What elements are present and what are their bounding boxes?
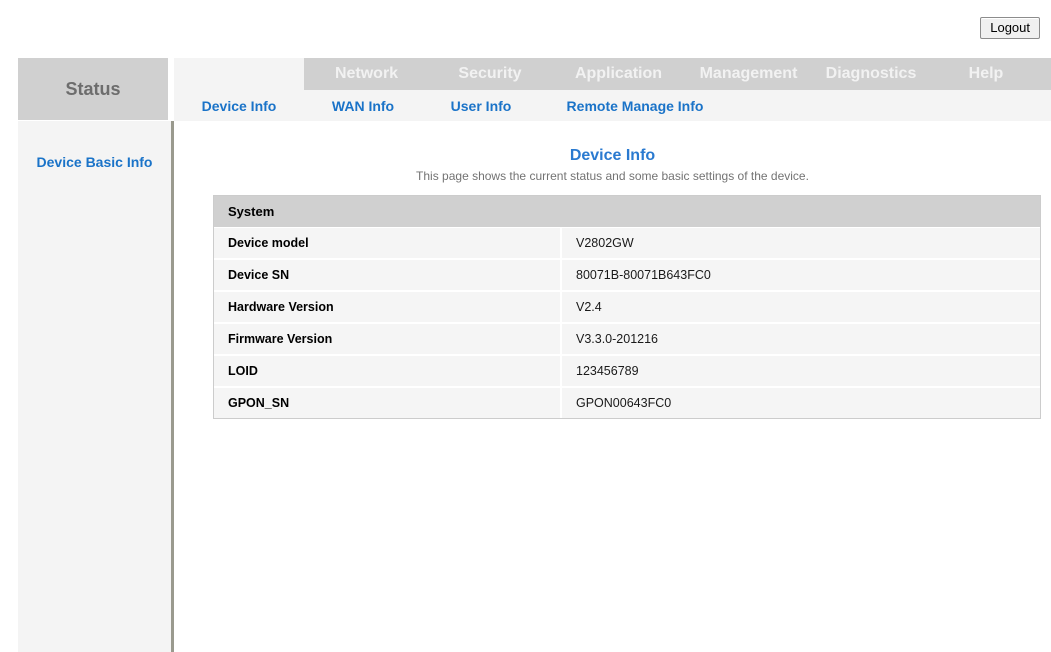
top-bar: Logout bbox=[0, 0, 1051, 58]
table-section-header-label: System bbox=[214, 196, 1040, 228]
table-row: LOID 123456789 bbox=[214, 356, 1040, 388]
row-label-device-model: Device model bbox=[214, 228, 562, 260]
device-info-table: System Device model V2802GW Device SN 80… bbox=[213, 195, 1041, 419]
subnav-item-user-info[interactable]: User Info bbox=[422, 98, 540, 114]
section-title-box: Status bbox=[18, 58, 168, 120]
row-value-gpon-sn: GPON00643FC0 bbox=[562, 388, 1040, 418]
sidebar: Device Basic Info bbox=[18, 121, 171, 652]
row-value-hardware-version: V2.4 bbox=[562, 292, 1040, 324]
nav-item-application[interactable]: Application bbox=[551, 58, 686, 90]
table-section-header-row: System bbox=[214, 196, 1040, 228]
logout-button[interactable]: Logout bbox=[980, 17, 1040, 39]
table-row: Device SN 80071B-80071B643FC0 bbox=[214, 260, 1040, 292]
section-title-label: Status bbox=[65, 79, 120, 100]
nav-item-list: Status Network Security Application Mana… bbox=[174, 58, 1051, 90]
row-value-device-model: V2802GW bbox=[562, 228, 1040, 260]
table-row: Hardware Version V2.4 bbox=[214, 292, 1040, 324]
page-title: Device Info bbox=[174, 147, 1051, 165]
table-row: Firmware Version V3.3.0-201216 bbox=[214, 324, 1040, 356]
row-label-device-sn: Device SN bbox=[214, 260, 562, 292]
row-value-loid: 123456789 bbox=[562, 356, 1040, 388]
nav-item-network[interactable]: Network bbox=[304, 58, 429, 90]
row-value-device-sn: 80071B-80071B643FC0 bbox=[562, 260, 1040, 292]
row-label-hardware-version: Hardware Version bbox=[214, 292, 562, 324]
sub-navigation-bar: Device Info WAN Info User Info Remote Ma… bbox=[174, 90, 1051, 121]
device-info-table-body: System Device model V2802GW Device SN 80… bbox=[214, 196, 1040, 418]
nav-item-security[interactable]: Security bbox=[429, 58, 551, 90]
content-area: Device Info This page shows the current … bbox=[174, 121, 1051, 652]
nav-item-status[interactable]: Status bbox=[174, 58, 304, 90]
row-label-firmware-version: Firmware Version bbox=[214, 324, 562, 356]
row-label-gpon-sn: GPON_SN bbox=[214, 388, 562, 418]
row-label-loid: LOID bbox=[214, 356, 562, 388]
subnav-item-device-info[interactable]: Device Info bbox=[174, 98, 304, 114]
subnav-item-wan-info[interactable]: WAN Info bbox=[304, 98, 422, 114]
table-row: Device model V2802GW bbox=[214, 228, 1040, 260]
subnav-item-remote-manage-info[interactable]: Remote Manage Info bbox=[540, 98, 730, 114]
page-subtitle: This page shows the current status and s… bbox=[174, 169, 1051, 183]
table-row: GPON_SN GPON00643FC0 bbox=[214, 388, 1040, 418]
nav-item-management[interactable]: Management bbox=[686, 58, 811, 90]
row-value-firmware-version: V3.3.0-201216 bbox=[562, 324, 1040, 356]
nav-item-help[interactable]: Help bbox=[931, 58, 1041, 90]
nav-item-diagnostics[interactable]: Diagnostics bbox=[811, 58, 931, 90]
sidebar-item-device-basic-info[interactable]: Device Basic Info bbox=[18, 154, 171, 170]
